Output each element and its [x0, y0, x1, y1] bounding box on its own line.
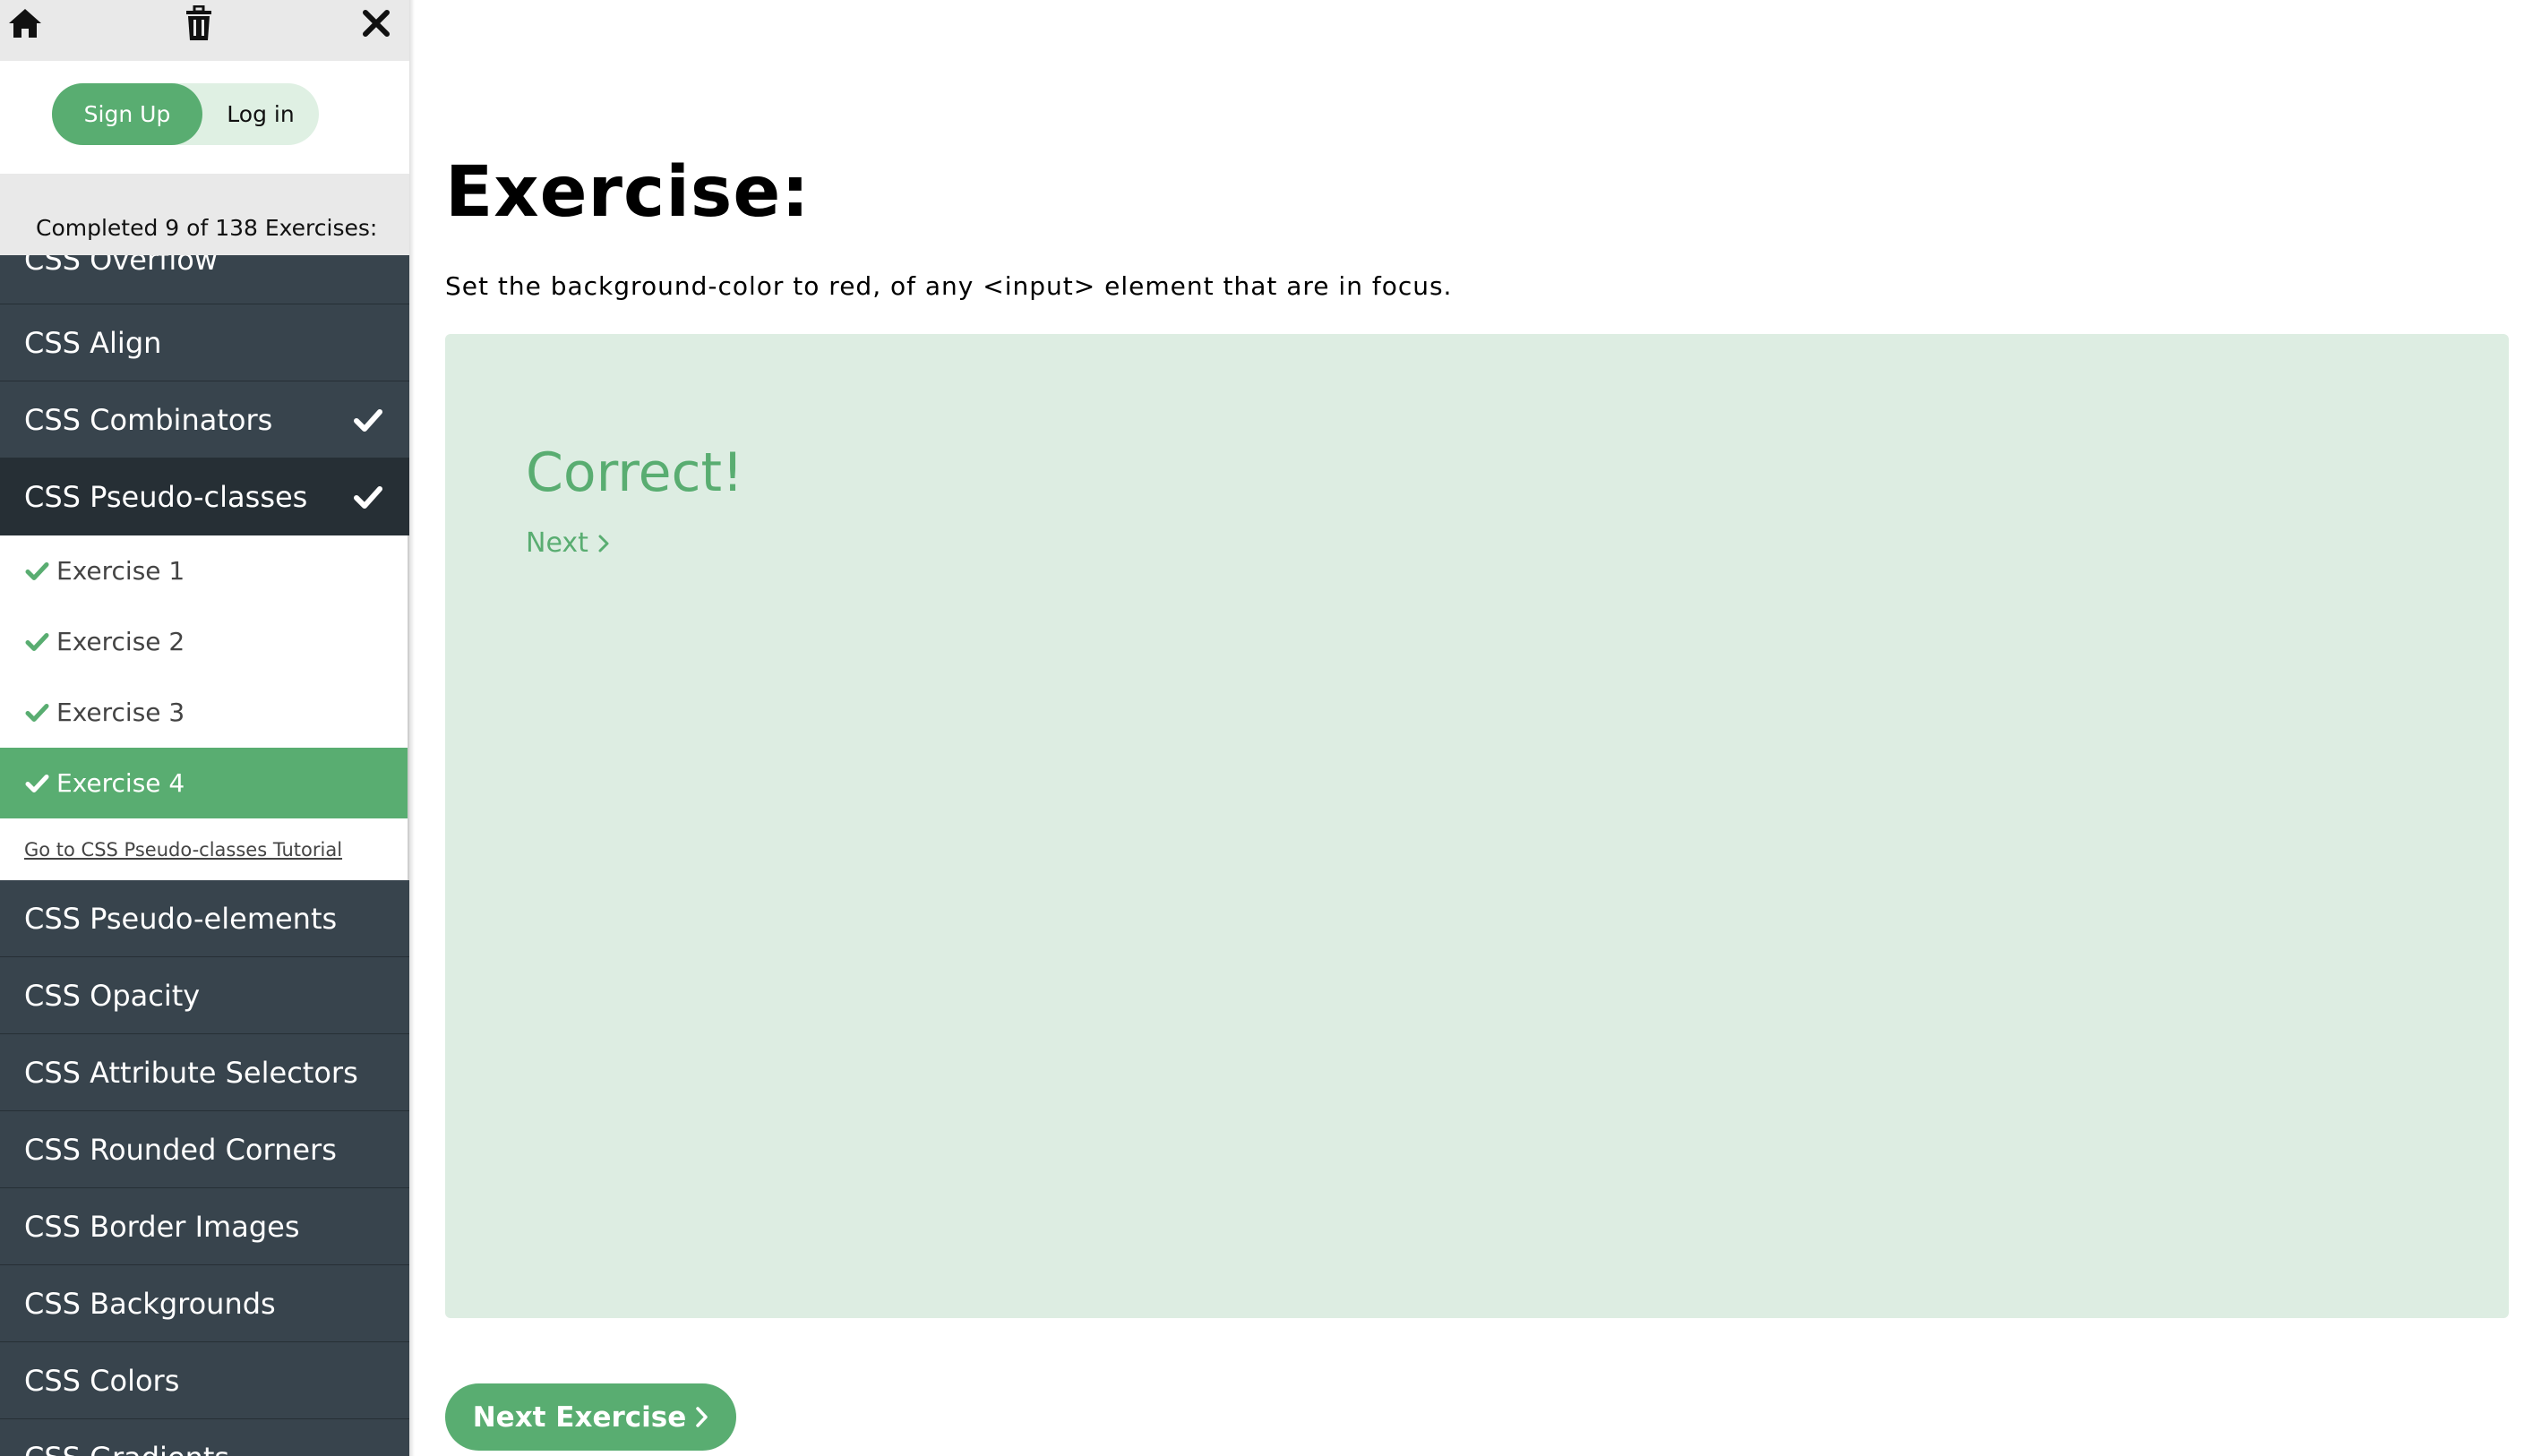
- next-link-label: Next: [526, 527, 588, 559]
- progress-text: Completed 9 of 138 Exercises:: [36, 215, 378, 241]
- exercise-label: Exercise 1: [56, 556, 185, 586]
- topic-label: CSS Combinators: [24, 402, 273, 437]
- topic-label: CSS Pseudo-elements: [24, 901, 338, 936]
- page-title: Exercise:: [445, 152, 811, 233]
- exercise-label: Exercise 4: [56, 768, 185, 798]
- topic-label: CSS Opacity: [24, 978, 201, 1013]
- topic-list: CSS Overflow CSS Align CSS Combinators C…: [0, 243, 409, 1456]
- home-icon[interactable]: [5, 4, 45, 43]
- exercise-label: Exercise 3: [56, 698, 185, 727]
- next-exercise-button[interactable]: Next Exercise: [445, 1383, 736, 1451]
- exercise-description: Set the background-color to red, of any …: [445, 271, 1453, 301]
- sign-up-button[interactable]: Sign Up: [52, 83, 202, 145]
- topic-css-combinators[interactable]: CSS Combinators: [0, 381, 409, 458]
- topic-css-attribute-selectors[interactable]: CSS Attribute Selectors: [0, 1034, 409, 1111]
- tutorial-link[interactable]: Go to CSS Pseudo-classes Tutorial: [0, 818, 408, 880]
- topic-css-backgrounds[interactable]: CSS Backgrounds: [0, 1265, 409, 1342]
- exercise-item-1[interactable]: Exercise 1: [0, 535, 408, 606]
- trash-icon[interactable]: [179, 4, 219, 43]
- topic-css-pseudo-elements[interactable]: CSS Pseudo-elements: [0, 880, 409, 957]
- checkmark-icon: [25, 703, 49, 722]
- topic-css-border-images[interactable]: CSS Border Images: [0, 1188, 409, 1265]
- close-icon[interactable]: [356, 4, 396, 43]
- topic-css-colors[interactable]: CSS Colors: [0, 1342, 409, 1419]
- log-in-button[interactable]: Log in: [202, 83, 319, 145]
- checkmark-icon: [354, 408, 382, 432]
- topic-label: CSS Attribute Selectors: [24, 1055, 358, 1090]
- auth-toggle: Sign Up Log in: [52, 83, 319, 145]
- topic-css-align[interactable]: CSS Align: [0, 304, 409, 381]
- topic-label: CSS Rounded Corners: [24, 1132, 337, 1167]
- topic-css-overflow[interactable]: CSS Overflow: [0, 243, 409, 304]
- topic-css-pseudo-classes[interactable]: CSS Pseudo-classes: [0, 458, 409, 535]
- result-message: Correct!: [526, 441, 744, 504]
- sidebar: Sign Up Log in Completed 9 of 138 Exerci…: [0, 0, 409, 1456]
- topic-css-opacity[interactable]: CSS Opacity: [0, 957, 409, 1034]
- topic-label: CSS Gradients: [24, 1441, 229, 1456]
- checkmark-icon: [354, 485, 382, 509]
- exercise-list: Exercise 1 Exercise 2 Exercise 3 Exercis…: [0, 535, 409, 880]
- topic-label: CSS Pseudo-classes: [24, 479, 308, 514]
- sidebar-shadow: [409, 0, 415, 1456]
- exercise-item-2[interactable]: Exercise 2: [0, 606, 408, 677]
- sidebar-toolbar: [0, 0, 409, 61]
- main-content: Exercise: Set the background-color to re…: [445, 0, 2509, 1456]
- topic-css-rounded-corners[interactable]: CSS Rounded Corners: [0, 1111, 409, 1188]
- topic-label: CSS Colors: [24, 1363, 180, 1398]
- next-exercise-label: Next Exercise: [472, 1400, 687, 1434]
- topic-label: CSS Align: [24, 325, 162, 360]
- topic-css-gradients[interactable]: CSS Gradients: [0, 1419, 409, 1456]
- topic-label: CSS Border Images: [24, 1209, 300, 1244]
- chevron-right-icon: [598, 535, 609, 552]
- auth-area: Sign Up Log in: [0, 61, 409, 174]
- chevron-right-icon: [696, 1407, 708, 1427]
- next-link[interactable]: Next: [526, 527, 610, 559]
- topic-label: CSS Backgrounds: [24, 1286, 276, 1321]
- result-panel: Correct! Next: [445, 334, 2509, 1318]
- exercise-label: Exercise 2: [56, 627, 185, 656]
- exercise-item-3[interactable]: Exercise 3: [0, 677, 408, 748]
- exercise-item-4[interactable]: Exercise 4: [0, 748, 408, 818]
- checkmark-icon: [25, 774, 49, 792]
- checkmark-icon: [25, 632, 49, 651]
- checkmark-icon: [25, 561, 49, 580]
- sidebar-header: Sign Up Log in Completed 9 of 138 Exerci…: [0, 0, 409, 255]
